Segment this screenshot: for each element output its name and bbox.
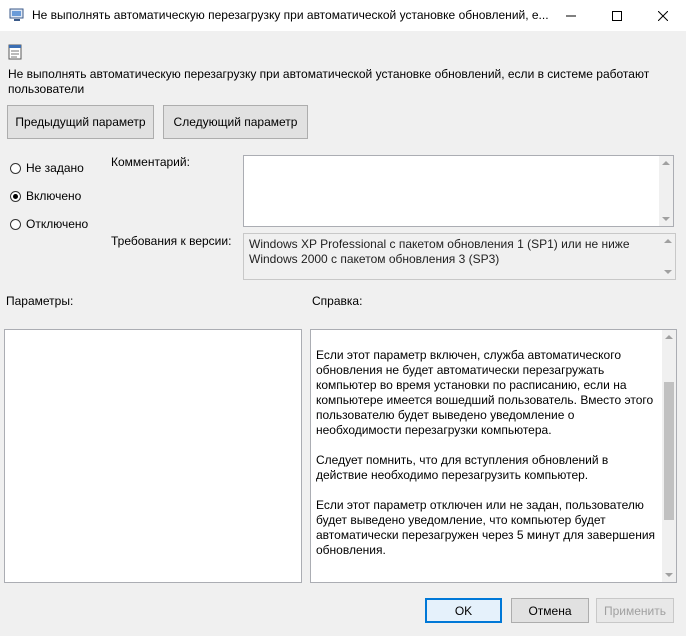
radio-circle[interactable]	[10, 218, 21, 230]
group-policy-icon	[9, 7, 25, 23]
version-label: Требования к версии:	[111, 234, 232, 248]
help-scrollbar[interactable]	[662, 330, 676, 582]
policy-setting-icon	[8, 44, 23, 61]
radio-circle[interactable]	[10, 190, 21, 202]
comment-label: Комментарий:	[111, 155, 190, 169]
parameters-label: Параметры:	[6, 294, 74, 308]
radio-label: Включено	[26, 189, 82, 203]
scroll-up-icon[interactable]	[665, 335, 673, 339]
help-panel: Если этот параметр включен, служба автом…	[310, 329, 677, 583]
cancel-button[interactable]: Отмена	[511, 598, 589, 623]
window-title: Не выполнять автоматическую перезагрузку…	[32, 8, 549, 22]
scroll-up-icon[interactable]	[662, 161, 670, 165]
next-setting-button[interactable]: Следующий параметр	[163, 105, 308, 139]
scroll-down-icon[interactable]	[662, 217, 670, 221]
comment-scrollbar[interactable]	[659, 156, 673, 226]
version-line: Windows 2000 с пакетом обновления 3 (SP3…	[249, 252, 500, 266]
parameters-panel	[4, 329, 302, 583]
help-label: Справка:	[312, 294, 363, 308]
previous-setting-button[interactable]: Предыдущий параметр	[7, 105, 154, 139]
close-button[interactable]	[640, 0, 686, 31]
version-scrollbar[interactable]	[661, 234, 675, 279]
comment-field[interactable]	[243, 155, 674, 227]
scroll-down-icon[interactable]	[665, 573, 673, 577]
policy-title: Не выполнять автоматическую перезагрузку…	[8, 67, 650, 96]
scroll-up-icon[interactable]	[664, 239, 672, 243]
help-paragraph: Если этот параметр включен, служба автом…	[316, 348, 654, 437]
maximize-icon	[612, 10, 622, 21]
version-line: Windows XP Professional с пакетом обновл…	[249, 237, 630, 251]
radio-enabled[interactable]: Включено	[10, 189, 81, 203]
help-paragraph: Если этот параметр отключен или не задан…	[316, 498, 656, 557]
apply-button[interactable]: Применить	[596, 598, 674, 623]
minimize-icon	[566, 15, 576, 16]
close-icon	[658, 10, 668, 21]
help-text: Если этот параметр включен, служба автом…	[316, 348, 661, 573]
radio-disabled[interactable]: Отключено	[10, 217, 88, 231]
radio-circle[interactable]	[10, 162, 21, 174]
radio-label: Отключено	[26, 217, 89, 231]
ok-button[interactable]: OK	[425, 598, 502, 623]
minimize-button[interactable]	[548, 0, 594, 31]
radio-not-configured[interactable]: Не задано	[10, 161, 84, 175]
radio-label: Не задано	[26, 161, 84, 175]
version-requirements-text: Windows XP Professional с пакетом обновл…	[249, 237, 649, 267]
maximize-button[interactable]	[594, 0, 640, 31]
help-paragraph: Следует помнить, что для вступления обно…	[316, 453, 609, 482]
scroll-down-icon[interactable]	[664, 270, 672, 274]
scroll-thumb[interactable]	[664, 382, 674, 520]
